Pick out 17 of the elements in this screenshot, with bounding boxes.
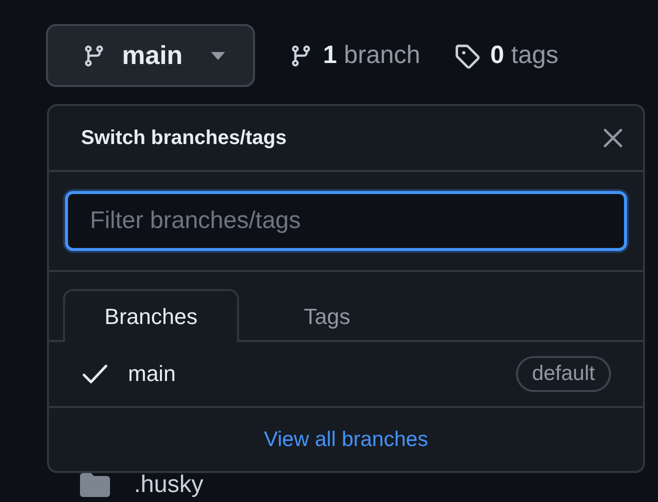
folder-icon xyxy=(80,473,110,497)
branch-icon xyxy=(82,44,106,68)
tag-count-link[interactable]: 0 tags xyxy=(490,41,558,70)
caret-icon xyxy=(211,52,225,60)
branch-icon xyxy=(289,44,313,68)
filter-input[interactable]: Filter branches/tags xyxy=(65,191,627,251)
branch-count-link[interactable]: 1 branch xyxy=(323,41,420,70)
default-label: default xyxy=(516,356,611,392)
branch-item[interactable]: main xyxy=(128,361,176,387)
tab[interactable]: Tags xyxy=(239,289,415,342)
tab[interactable]: Branches xyxy=(63,289,239,342)
view-all-branches-link[interactable]: View all branches xyxy=(264,428,428,452)
dropdown-title: Switch branches/tags xyxy=(81,126,287,150)
close-icon[interactable] xyxy=(603,128,623,148)
file-name[interactable]: .husky xyxy=(134,471,204,499)
branch-select-button[interactable]: main xyxy=(46,24,255,87)
tag-icon xyxy=(454,42,480,68)
